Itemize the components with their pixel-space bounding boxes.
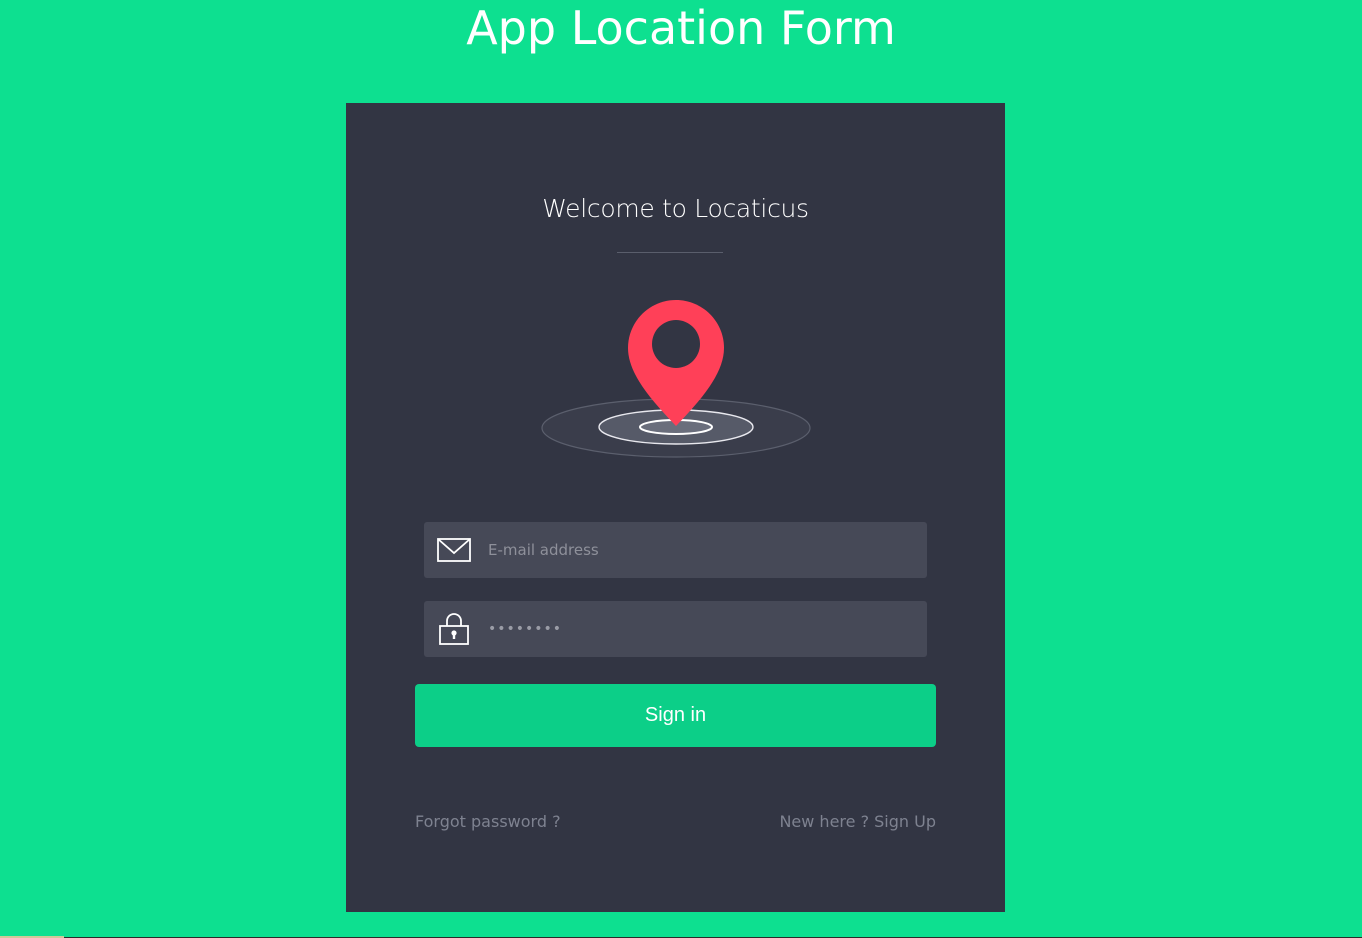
padlock-icon	[439, 613, 469, 645]
welcome-heading: Welcome to Locaticus	[542, 194, 809, 223]
sign-up-link[interactable]: New here ? Sign Up	[779, 811, 936, 833]
sign-in-button[interactable]: Sign in	[415, 684, 936, 747]
forgot-password-link[interactable]: Forgot password ?	[415, 811, 561, 833]
envelope-icon	[437, 538, 471, 562]
heading-divider	[617, 252, 723, 253]
page-title: App Location Form	[466, 1, 896, 55]
password-field[interactable]	[424, 601, 927, 657]
pin-hole	[652, 320, 700, 368]
email-input[interactable]	[484, 522, 918, 578]
login-card: Welcome to Locaticus Sign in Forgot pass…	[346, 103, 1005, 912]
email-field[interactable]	[424, 522, 927, 578]
map-pin-icon	[541, 300, 811, 458]
password-input[interactable]	[484, 601, 918, 657]
